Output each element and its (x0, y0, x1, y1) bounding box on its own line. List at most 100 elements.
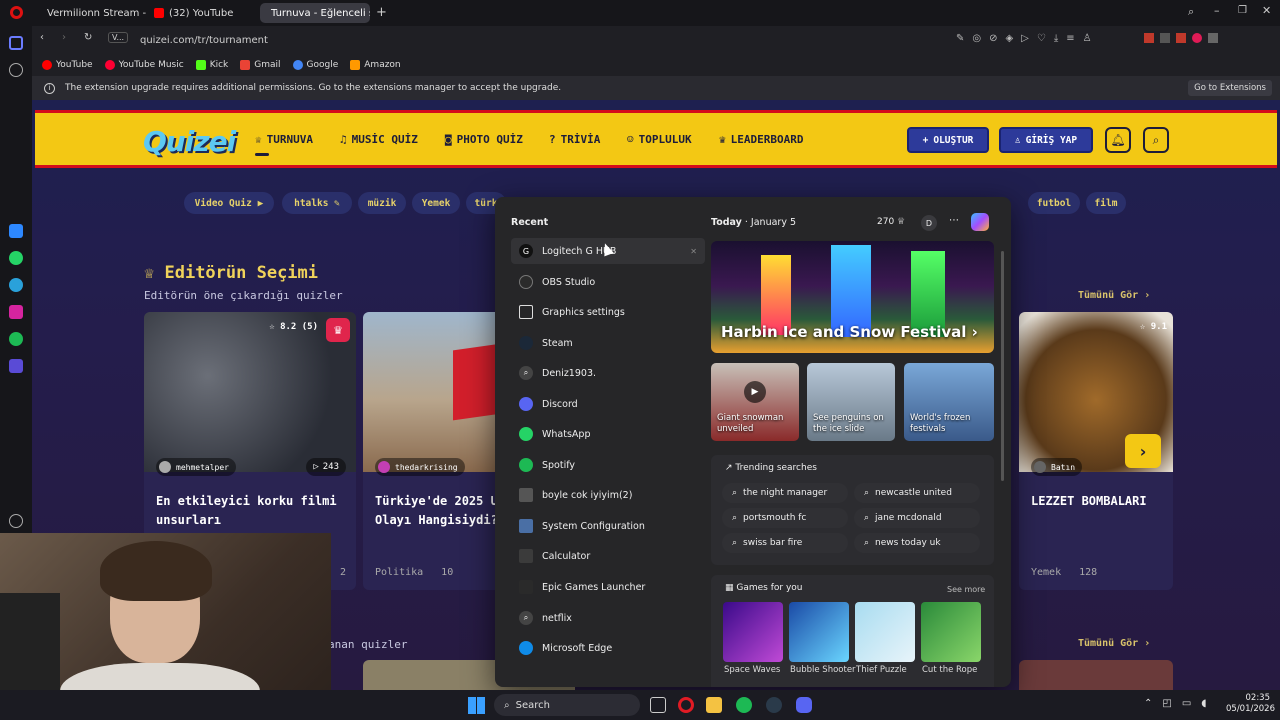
home-icon[interactable] (9, 36, 23, 50)
chip-futbol[interactable]: futbol (1028, 192, 1080, 214)
ext-red-icon[interactable] (1144, 33, 1154, 43)
trending-search-chip[interactable]: ⌕ swiss bar fire (722, 533, 848, 553)
whatsapp-icon[interactable] (9, 251, 23, 265)
nav-photo-quiz[interactable]: ◙ PHOTO QUİZ (445, 133, 523, 146)
profile-avatar[interactable]: D (921, 215, 937, 231)
bookmark-google[interactable]: Google (292, 60, 338, 70)
tray-icons[interactable]: ⌃◰▭◖ (1144, 698, 1217, 709)
chip-muzik[interactable]: müzik (358, 192, 406, 214)
create-button[interactable]: + OLUŞTUR (907, 127, 989, 153)
steam-icon[interactable] (766, 697, 782, 713)
quiz-card[interactable]: ☆ 9.1 Batın › LEZZET BOMBALARI Yemek 128 (1019, 312, 1173, 590)
recent-item[interactable]: ⌕ netflix (511, 605, 705, 631)
remove-icon[interactable]: ✕ (690, 247, 697, 256)
telegram-icon[interactable] (9, 278, 23, 292)
chip-htalks[interactable]: htalks ✎ (282, 192, 352, 214)
clock[interactable]: 02:35 05/01/2026 (1226, 693, 1275, 715)
nav-topluluk[interactable]: ☺ TOPLULUK (627, 133, 692, 146)
player-icon[interactable] (9, 359, 23, 373)
nav-music-quiz[interactable]: ♫ MUSİC QUİZ (340, 133, 418, 146)
trending-search-chip[interactable]: ⌕ the night manager (722, 483, 848, 503)
recent-item[interactable]: Discord (511, 391, 705, 417)
taskbar-search-box[interactable]: ⌕ Search (494, 694, 640, 716)
news-thumb[interactable]: See penguins on the ice slide (807, 363, 895, 441)
ext-icon[interactable] (1160, 33, 1170, 43)
game-thumb-thief-puzzle[interactable] (855, 602, 915, 662)
trending-search-chip[interactable]: ⌕ portsmouth fc (722, 508, 848, 528)
ext-red-icon[interactable] (1176, 33, 1186, 43)
instagram-icon[interactable] (9, 305, 23, 319)
author-badge[interactable]: mehmetalper (156, 458, 236, 476)
points-badge[interactable]: 270 ♕ (877, 217, 905, 227)
recent-item[interactable]: OBS Studio (511, 269, 705, 295)
chip-video-quiz[interactable]: Video Quiz ▶ (184, 192, 274, 214)
ublock-icon[interactable] (1192, 33, 1202, 43)
next-arrow-button[interactable]: › (1125, 434, 1161, 468)
site-logo[interactable]: Quizei (143, 125, 236, 158)
ext-icon[interactable] (1208, 33, 1218, 43)
reload-icon[interactable]: ↻ (84, 32, 92, 43)
close-icon[interactable]: ✕ (1262, 4, 1271, 17)
news-thumb[interactable]: World's frozen festivals (904, 363, 994, 441)
game-thumb-cut-the-rope[interactable] (921, 602, 981, 662)
news-thumb[interactable]: ▶ Giant snowman unveiled (711, 363, 799, 441)
login-button[interactable]: ♙ GİRİŞ YAP (999, 127, 1093, 153)
trending-search-chip[interactable]: ⌕ jane mcdonald (854, 508, 980, 528)
spotify-icon[interactable] (736, 697, 752, 713)
go-to-extensions-button[interactable]: Go to Extensions (1188, 80, 1272, 96)
file-explorer-icon[interactable] (706, 697, 722, 713)
game-thumb-bubble-shooter[interactable] (789, 602, 849, 662)
recent-item[interactable]: Spotify (511, 452, 705, 478)
bookmark-gmail[interactable]: Gmail (240, 60, 281, 70)
trending-search-chip[interactable]: ⌕ newcastle united (854, 483, 980, 503)
extension-icons[interactable] (1144, 33, 1218, 43)
minimize-icon[interactable]: – (1214, 4, 1220, 17)
tab-quizei[interactable]: Turnuva - Eğlenceli seçim (260, 3, 370, 23)
spotify-icon[interactable] (9, 332, 23, 346)
recent-item[interactable]: Graphics settings (511, 299, 705, 325)
author-badge[interactable]: Batın (1031, 458, 1083, 476)
recent-item[interactable]: Steam (511, 330, 705, 356)
recent-item[interactable]: Microsoft Edge (511, 635, 705, 661)
recent-item[interactable]: Epic Games Launcher (511, 574, 705, 600)
chip-film[interactable]: film (1086, 192, 1126, 214)
nav-leaderboard[interactable]: ♛ LEADERBOARD (719, 133, 803, 146)
recent-item[interactable]: boyle cok iyiyim(2) (511, 482, 705, 508)
trending-search-chip[interactable]: ⌕ news today uk (854, 533, 980, 553)
see-more-link[interactable]: See more (947, 585, 985, 594)
scrollbar[interactable] (1001, 251, 1004, 481)
windows-start-icon[interactable] (468, 697, 485, 714)
maximize-icon[interactable]: ❐ (1238, 5, 1247, 16)
recent-item[interactable]: Calculator (511, 543, 705, 569)
new-tab-icon[interactable]: + (376, 5, 387, 20)
bookmark-youtube[interactable]: YouTube (42, 60, 93, 70)
recent-item[interactable]: ⌕ Deniz1903. (511, 360, 705, 386)
opera-icon[interactable] (678, 697, 694, 713)
see-all-link[interactable]: Tümünü Gör › (1078, 290, 1150, 301)
task-view-icon[interactable] (650, 697, 666, 713)
recent-item[interactable]: System Configuration (511, 513, 705, 539)
hero-news-card[interactable]: Harbin Ice and Snow Festival › (711, 241, 994, 353)
opera-logo-icon[interactable] (10, 6, 23, 19)
discord-icon[interactable] (796, 697, 812, 713)
copilot-icon[interactable] (971, 213, 989, 231)
pinboard-icon[interactable] (9, 63, 23, 77)
nav-trivia[interactable]: ? TRİVİA (549, 133, 600, 146)
forward-icon[interactable]: › (62, 32, 66, 43)
notification-bell-icon[interactable]: 🔔︎ (1105, 127, 1131, 153)
heart-icon[interactable] (9, 514, 23, 528)
search-icon[interactable]: ⌕ (1143, 127, 1169, 153)
bookmark-youtube-music[interactable]: YouTube Music (104, 60, 184, 70)
chip-yemek[interactable]: Yemek (412, 192, 460, 214)
back-icon[interactable]: ‹ (40, 32, 44, 43)
messenger-icon[interactable] (9, 224, 23, 238)
search-tabs-icon[interactable]: ⌕ (1188, 5, 1194, 19)
tab-kick[interactable]: Vermilionn Stream - Watc (36, 3, 146, 23)
site-info-chip[interactable]: V... (108, 32, 129, 43)
more-options-icon[interactable]: ⋯ (949, 215, 959, 226)
bookmark-kick[interactable]: Kick (195, 60, 228, 70)
url-field[interactable]: quizei.com/tr/tournament (132, 30, 1012, 50)
recent-item[interactable]: WhatsApp (511, 421, 705, 447)
game-thumb-space-waves[interactable] (723, 602, 783, 662)
tab-youtube[interactable]: (32) YouTube (148, 3, 258, 23)
